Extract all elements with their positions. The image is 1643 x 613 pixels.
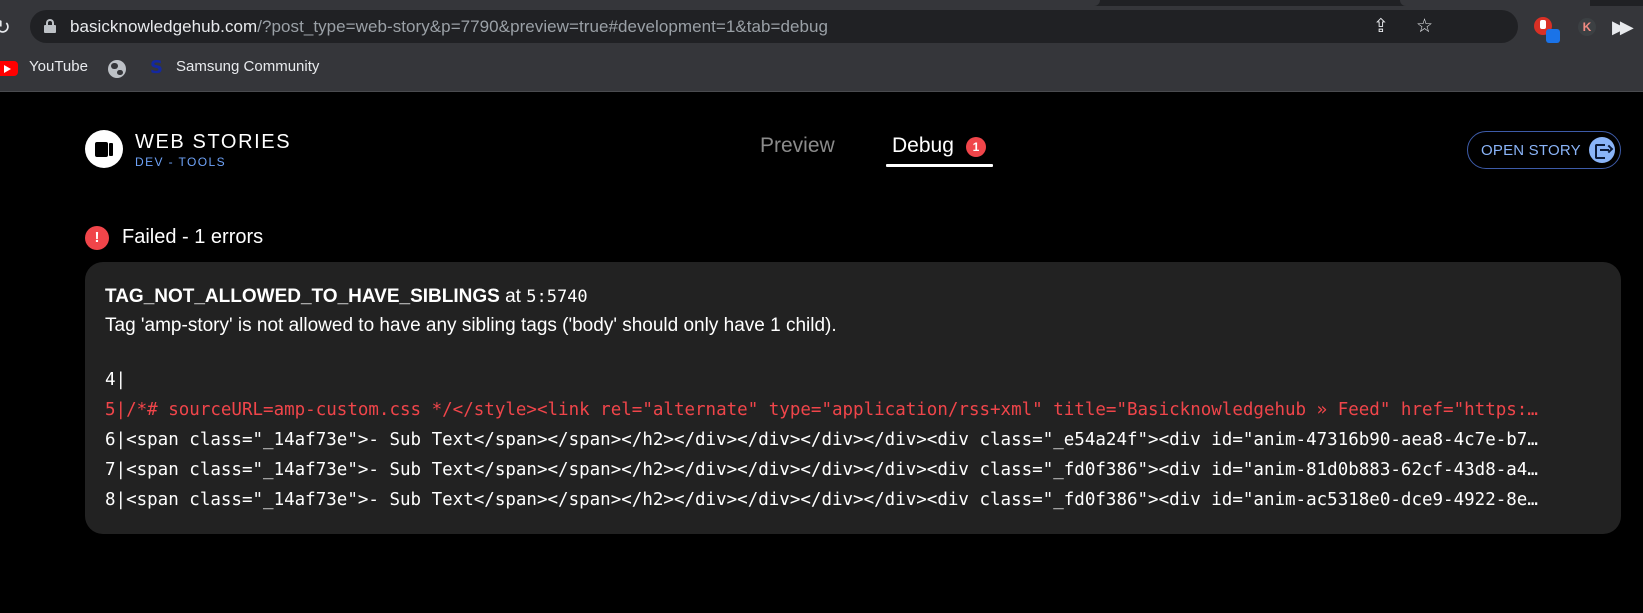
tab-debug[interactable]: Debug [892,134,954,158]
globe-icon[interactable] [108,60,126,78]
url-path: /?post_type=web-story&p=7790&preview=tru… [257,17,829,36]
extension-badge-icon [1546,29,1560,43]
active-tab-indicator [886,164,993,167]
bookmark-samsung-community[interactable]: Samsung Community [176,58,319,75]
status-text: Failed - 1 errors [122,226,264,248]
error-heading: TAG_NOT_ALLOWED_TO_HAVE_SIBLINGS at 5:57… [105,286,588,308]
youtube-icon[interactable] [0,61,18,76]
error-alert-icon: ! [85,226,109,250]
code-snippet: 4| 5|/*# sourceURL=amp-custom.css */</st… [105,365,1601,515]
url-text[interactable]: basicknowledgehub.com/?post_type=web-sto… [70,17,828,37]
code-line: 7|<span class="_14af73e">- Sub Text</spa… [105,460,1538,480]
code-line: 6|<span class="_14af73e">- Sub Text</spa… [105,430,1538,450]
browser-toolbar: ↻ basicknowledgehub.com/?post_type=web-s… [0,6,1643,46]
star-icon[interactable]: ☆ [1416,15,1433,37]
code-line: 4| [105,370,127,390]
samsung-icon[interactable]: S [150,57,163,78]
bookmarks-bar: YouTube S Samsung Community [0,46,1643,92]
chevron-right-icon[interactable]: ▶▶ [1612,17,1634,38]
profile-avatar[interactable]: K [1578,18,1596,36]
error-message: Tag 'amp-story' is not allowed to have a… [105,315,837,336]
error-card: TAG_NOT_ALLOWED_TO_HAVE_SIBLINGS at 5:57… [85,262,1621,534]
error-location: 5:5740 [526,287,588,307]
web-stories-logo-icon [85,130,123,168]
tab-preview[interactable]: Preview [760,134,835,158]
error-code: TAG_NOT_ALLOWED_TO_HAVE_SIBLINGS [105,286,500,307]
code-line-highlighted: 5|/*# sourceURL=amp-custom.css */</style… [105,400,1538,420]
address-bar[interactable]: basicknowledgehub.com/?post_type=web-sto… [30,10,1518,43]
code-line: 8|<span class="_14af73e">- Sub Text</spa… [105,490,1538,510]
debug-error-badge: 1 [966,137,986,157]
reload-icon[interactable]: ↻ [0,15,11,39]
error-at-label: at [505,286,521,307]
bookmark-youtube[interactable]: YouTube [29,58,88,75]
open-story-label: OPEN STORY [1481,142,1581,159]
open-story-button[interactable]: OPEN STORY [1467,131,1621,169]
share-icon[interactable]: ⇪ [1373,15,1389,37]
brand-subtitle: DEV - TOOLS [135,155,226,169]
exit-icon [1589,137,1615,163]
lock-icon[interactable] [44,19,56,33]
brand-title: WEB STORIES [135,131,292,153]
url-host: basicknowledgehub.com [70,17,258,36]
